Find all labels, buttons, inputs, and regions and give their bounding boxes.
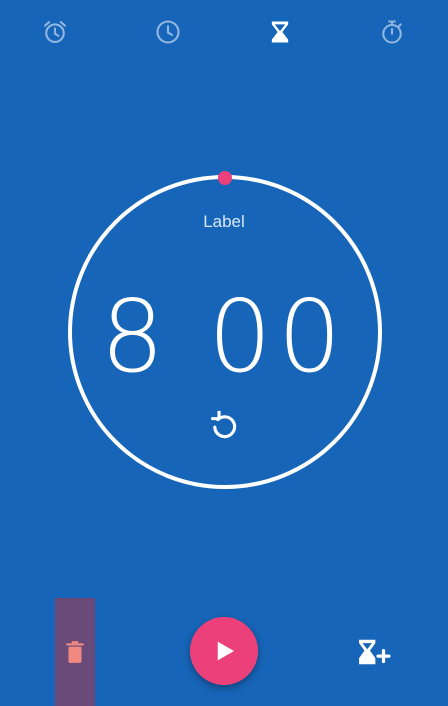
reset-button[interactable] [204, 405, 244, 445]
delete-button[interactable] [55, 598, 95, 706]
progress-indicator-dot [218, 171, 232, 185]
add-timer-icon [359, 639, 391, 665]
timer-label[interactable]: Label [0, 212, 448, 232]
add-timer-button[interactable] [352, 632, 396, 672]
trash-icon [66, 641, 84, 663]
play-icon [217, 641, 234, 661]
timer-display: 8 00 [100, 278, 348, 395]
play-button[interactable] [190, 617, 258, 685]
reset-icon [211, 410, 237, 439]
